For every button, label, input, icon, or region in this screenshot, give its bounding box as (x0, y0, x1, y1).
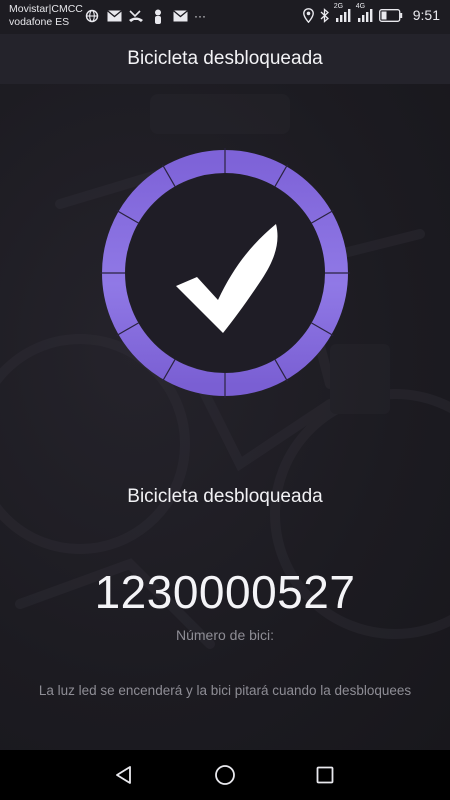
recents-button[interactable] (313, 763, 337, 787)
missed-call-icon (128, 8, 144, 24)
clock: 9:51 (412, 7, 440, 23)
recents-icon (316, 766, 334, 784)
signal-icon: 4G (356, 3, 373, 22)
page-title: Bicicleta desbloqueada (127, 48, 323, 69)
unlock-screen: Movistar|CMCC vodafone ES ··· 2G 4G 9:51… (0, 0, 450, 800)
back-icon (116, 766, 131, 784)
bike-number-label: Número de bici: (175, 627, 275, 643)
bike-number: 1230000527 (94, 566, 356, 618)
network-type-label: 2G (333, 3, 344, 10)
status-bar: Movistar|CMCC vodafone ES ··· 2G 4G 9:51 (0, 0, 450, 34)
carrier-primary: Movistar|CMCC (9, 3, 83, 15)
carrier-info: Movistar|CMCC vodafone ES (9, 3, 83, 29)
battery-icon (378, 8, 403, 22)
more-notifications: ··· (194, 9, 206, 23)
unlock-hint: La luz led se encenderá y la bici pitará… (38, 683, 412, 698)
location-icon (302, 7, 314, 23)
home-button[interactable] (213, 763, 237, 787)
back-button[interactable] (112, 763, 136, 787)
person-icon (150, 8, 166, 24)
unlock-status-text: Bicicleta desbloqueada (127, 486, 323, 507)
badge-center (125, 173, 325, 373)
mail-icon (106, 8, 122, 24)
mail-icon (172, 8, 188, 24)
notification-icons: ··· (84, 8, 206, 24)
signal-icon: 2G (334, 3, 351, 22)
carrier-secondary: vodafone ES (9, 16, 70, 28)
navigation-bar (0, 750, 450, 800)
bluetooth-icon (320, 7, 329, 23)
app-header: Bicicleta desbloqueada (0, 34, 450, 84)
home-icon (215, 765, 235, 785)
system-icons: 2G 4G 9:51 (302, 3, 440, 23)
success-badge (100, 148, 350, 398)
network-type-label: 4G (355, 3, 366, 10)
globe-icon (84, 8, 100, 24)
